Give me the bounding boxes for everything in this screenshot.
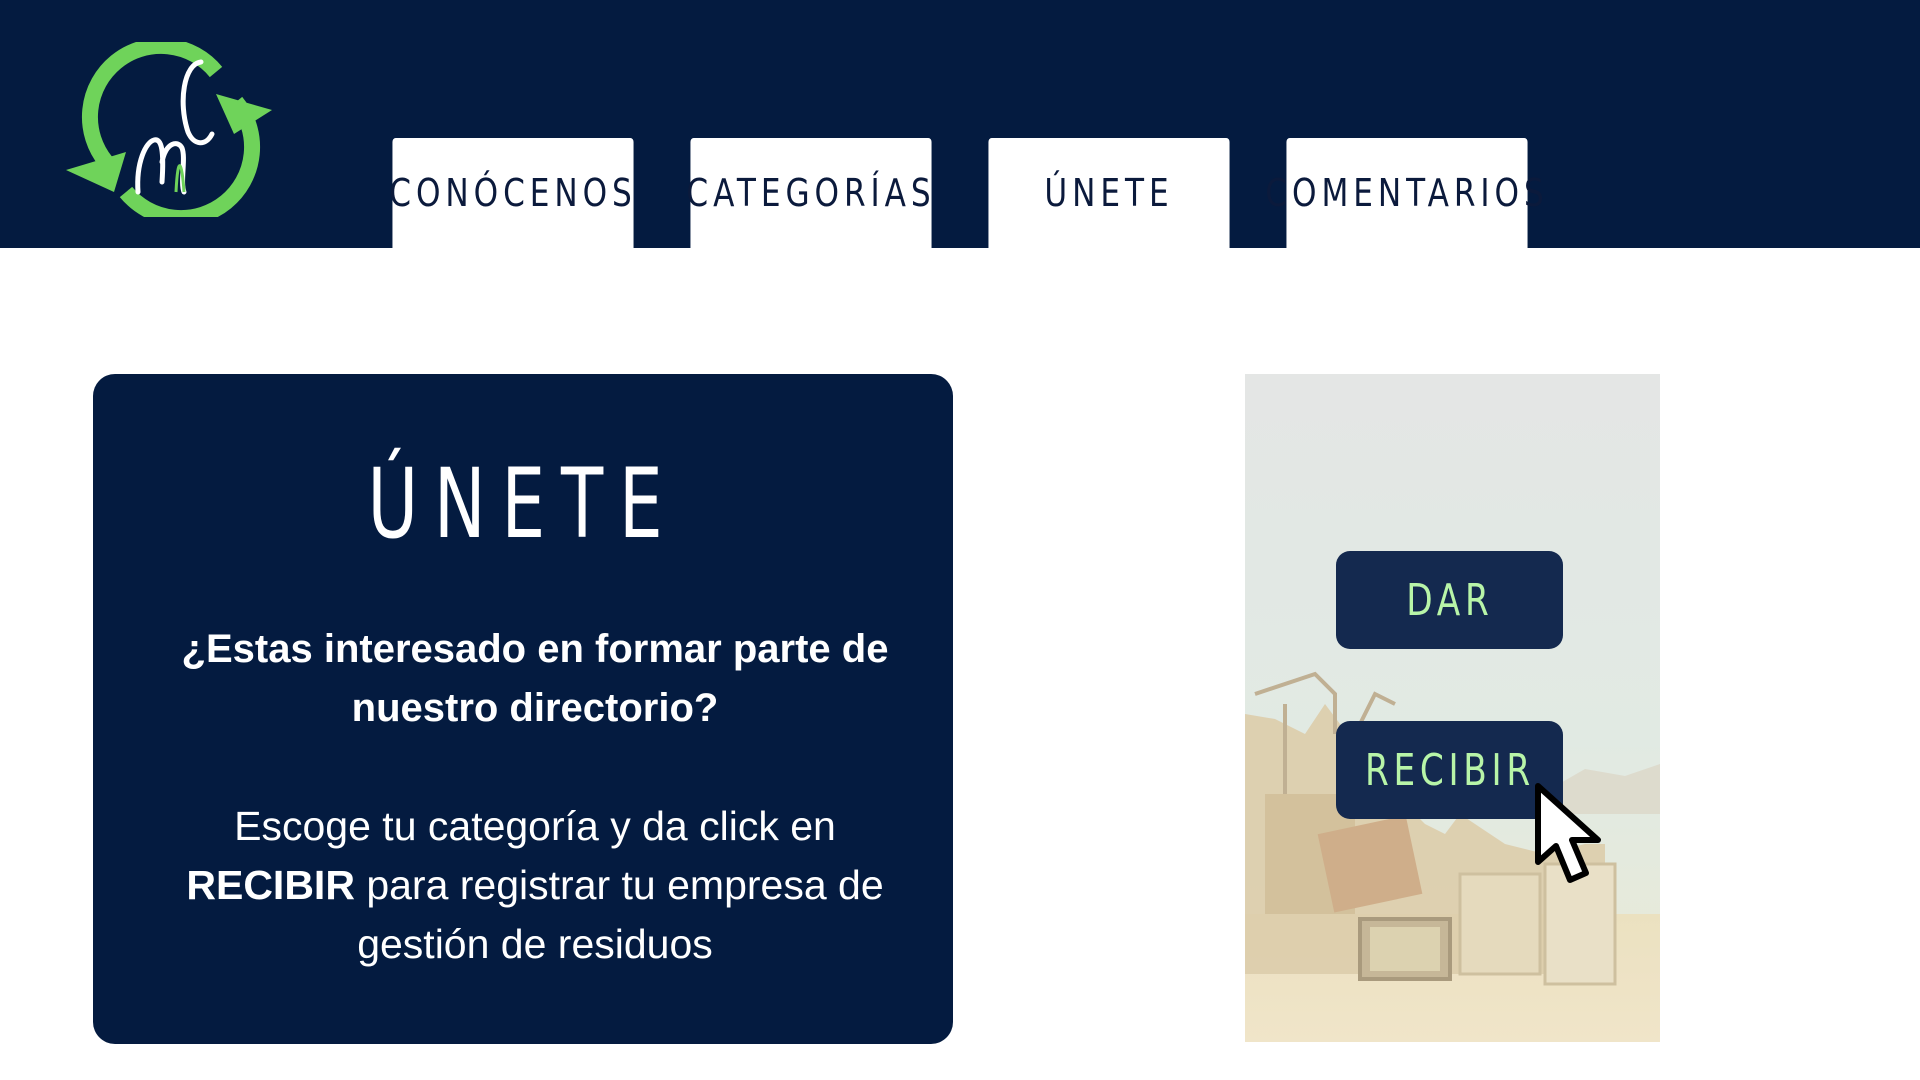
logo-icon[interactable]: [66, 42, 272, 217]
tab-comentarios[interactable]: COMENTARIOS: [1265, 138, 1544, 248]
desc-line-3: gestión de residuos: [357, 921, 713, 967]
join-question: ¿Estas interesado en formar parte de nue…: [181, 627, 889, 730]
join-title: ÚNETE: [367, 448, 679, 560]
mouse-pointer-icon: [1535, 783, 1601, 883]
receive-button[interactable]: RECIBIR: [1336, 721, 1563, 819]
tab-conocenos[interactable]: CONÓCENOS: [389, 138, 637, 248]
junkyard-photo: [1245, 374, 1660, 1042]
junkyard-image: [1245, 374, 1660, 1042]
tab-label: CATEGORÍAS: [686, 171, 936, 215]
join-description: Escoge tu categoría y da click en RECIBI…: [130, 797, 940, 974]
site-header: CONÓCENOS CATEGORÍAS ÚNETE COMENTARIOS: [0, 0, 1920, 248]
desc-line-2: para registrar tu empresa de: [354, 862, 884, 908]
tab-label: ÚNETE: [1044, 171, 1174, 215]
tab-categorias[interactable]: CATEGORÍAS: [686, 138, 932, 248]
tab-label: CONÓCENOS: [389, 171, 637, 215]
tab-label: COMENTARIOS: [1265, 171, 1549, 215]
desc-line-1: Escoge tu categoría y da click en: [234, 803, 836, 849]
give-button[interactable]: DAR: [1336, 551, 1563, 649]
desc-recibir-highlight: RECIBIR: [186, 862, 355, 908]
tab-unete[interactable]: ÚNETE: [988, 138, 1230, 248]
